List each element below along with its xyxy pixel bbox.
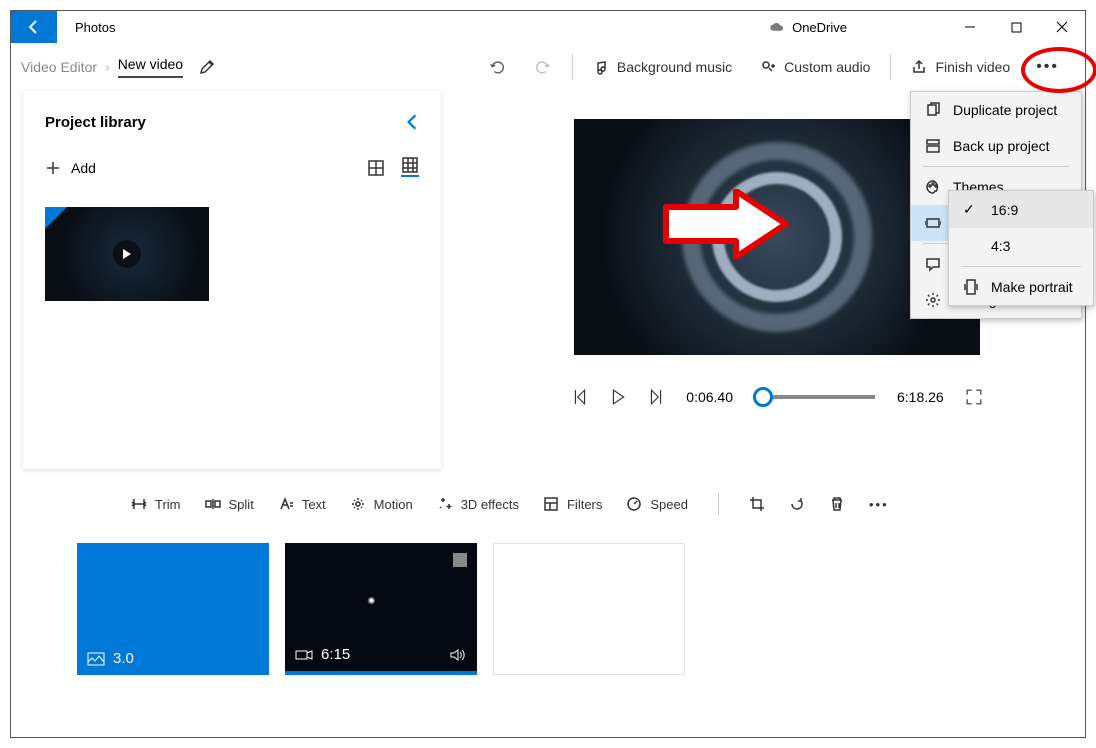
selection-fold-icon: [45, 207, 67, 229]
text-button[interactable]: Text: [278, 496, 326, 512]
breadcrumb-current[interactable]: New video: [118, 56, 183, 78]
crop-icon: [749, 496, 765, 512]
close-button[interactable]: [1039, 11, 1085, 43]
maximize-button[interactable]: [993, 11, 1039, 43]
transport-controls: 0:06.40 6:18.26: [572, 389, 981, 405]
prev-frame-button[interactable]: [572, 389, 588, 405]
storyboard: 3.0 6:15: [11, 527, 1085, 675]
feedback-icon: [925, 256, 941, 272]
app-title: Photos: [75, 20, 115, 35]
rename-button[interactable]: [199, 59, 215, 75]
menu-backup-project[interactable]: Back up project: [911, 128, 1081, 164]
text-icon: [278, 496, 294, 512]
split-icon: [205, 496, 221, 512]
music-icon: [593, 59, 609, 75]
ellipsis-icon: •••: [869, 497, 889, 512]
rotate-button[interactable]: [789, 496, 805, 512]
play-overlay-icon: [113, 240, 141, 268]
sparkle-icon: [437, 496, 453, 512]
storyboard-title-card[interactable]: 3.0: [77, 543, 269, 675]
speed-icon: [626, 496, 642, 512]
trim-button[interactable]: Trim: [131, 496, 181, 512]
breadcrumb-root[interactable]: Video Editor: [15, 55, 103, 79]
divider: [890, 54, 891, 80]
backup-icon: [925, 138, 941, 154]
trash-icon: [829, 496, 845, 512]
crop-button[interactable]: [749, 496, 765, 512]
storyboard-video-clip[interactable]: 6:15: [285, 543, 477, 675]
redo-button[interactable]: [520, 43, 566, 91]
clip-duration: 6:15: [321, 646, 350, 663]
split-button[interactable]: Split: [205, 496, 254, 512]
clip-marker-icon: [453, 553, 467, 567]
chevron-right-icon: ›: [103, 59, 112, 75]
menu-duplicate-project[interactable]: Duplicate project: [911, 92, 1081, 128]
clip-edit-toolbar: Trim Split Text Motion 3D effects Filter…: [11, 469, 1085, 527]
3d-effects-button[interactable]: 3D effects: [437, 496, 519, 512]
video-icon: [295, 648, 313, 662]
rotate-icon: [789, 496, 805, 512]
filters-icon: [543, 496, 559, 512]
delete-button[interactable]: [829, 496, 845, 512]
clip-more-button[interactable]: •••: [869, 497, 889, 512]
app-window: Photos OneDrive Video Editor › New video…: [10, 10, 1086, 738]
undo-button[interactable]: [474, 43, 520, 91]
main-toolbar: Video Editor › New video Background musi…: [11, 43, 1085, 91]
motion-icon: [350, 496, 366, 512]
audio-icon: [760, 59, 776, 75]
export-icon: [911, 59, 927, 75]
divider: [572, 54, 573, 80]
finish-video-button[interactable]: Finish video: [897, 43, 1024, 91]
portrait-icon: [963, 279, 979, 295]
view-grid-button[interactable]: [401, 159, 419, 177]
trim-icon: [131, 496, 147, 512]
clip-audio-icon: [449, 647, 467, 663]
gear-icon: [925, 292, 941, 308]
annotation-circle: [1021, 47, 1096, 93]
add-media-button[interactable]: Add: [45, 160, 96, 176]
filters-button[interactable]: Filters: [543, 496, 602, 512]
fullscreen-button[interactable]: [966, 389, 982, 405]
minimize-button[interactable]: [947, 11, 993, 43]
next-frame-button[interactable]: [648, 389, 664, 405]
onedrive-label: OneDrive: [792, 20, 847, 35]
aspect-make-portrait[interactable]: Make portrait: [949, 269, 1093, 305]
project-library-title: Project library: [45, 114, 146, 131]
seek-slider[interactable]: [755, 395, 875, 399]
project-library-panel: Project library Add: [23, 91, 441, 469]
current-time: 0:06.40: [686, 389, 733, 405]
aspect-icon: [925, 215, 941, 231]
library-clip-thumbnail[interactable]: [45, 207, 209, 301]
clip-duration: 3.0: [113, 650, 134, 667]
divider: [718, 493, 719, 515]
total-time: 6:18.26: [897, 389, 944, 405]
cloud-icon: [768, 18, 786, 36]
image-icon: [87, 652, 105, 666]
speed-button[interactable]: Speed: [626, 496, 688, 512]
back-button[interactable]: [11, 11, 57, 43]
view-large-button[interactable]: [367, 159, 385, 177]
aspect-16-9[interactable]: ✓ 16:9: [949, 191, 1093, 228]
onedrive-status[interactable]: OneDrive: [768, 18, 847, 36]
motion-button[interactable]: Motion: [350, 496, 413, 512]
background-music-button[interactable]: Background music: [579, 43, 746, 91]
check-icon: ✓: [963, 201, 979, 218]
annotation-arrow: [661, 189, 791, 259]
custom-audio-button[interactable]: Custom audio: [746, 43, 884, 91]
themes-icon: [925, 179, 941, 195]
storyboard-empty-slot[interactable]: [493, 543, 685, 675]
duplicate-icon: [925, 102, 941, 118]
window-controls: [947, 11, 1085, 43]
play-button[interactable]: [610, 389, 626, 405]
plus-icon: [45, 160, 61, 176]
collapse-library-button[interactable]: [405, 113, 419, 131]
aspect-4-3[interactable]: 4:3: [949, 228, 1093, 264]
aspect-ratio-submenu: ✓ 16:9 4:3 Make portrait: [948, 190, 1094, 306]
title-bar: Photos OneDrive: [11, 11, 1085, 43]
